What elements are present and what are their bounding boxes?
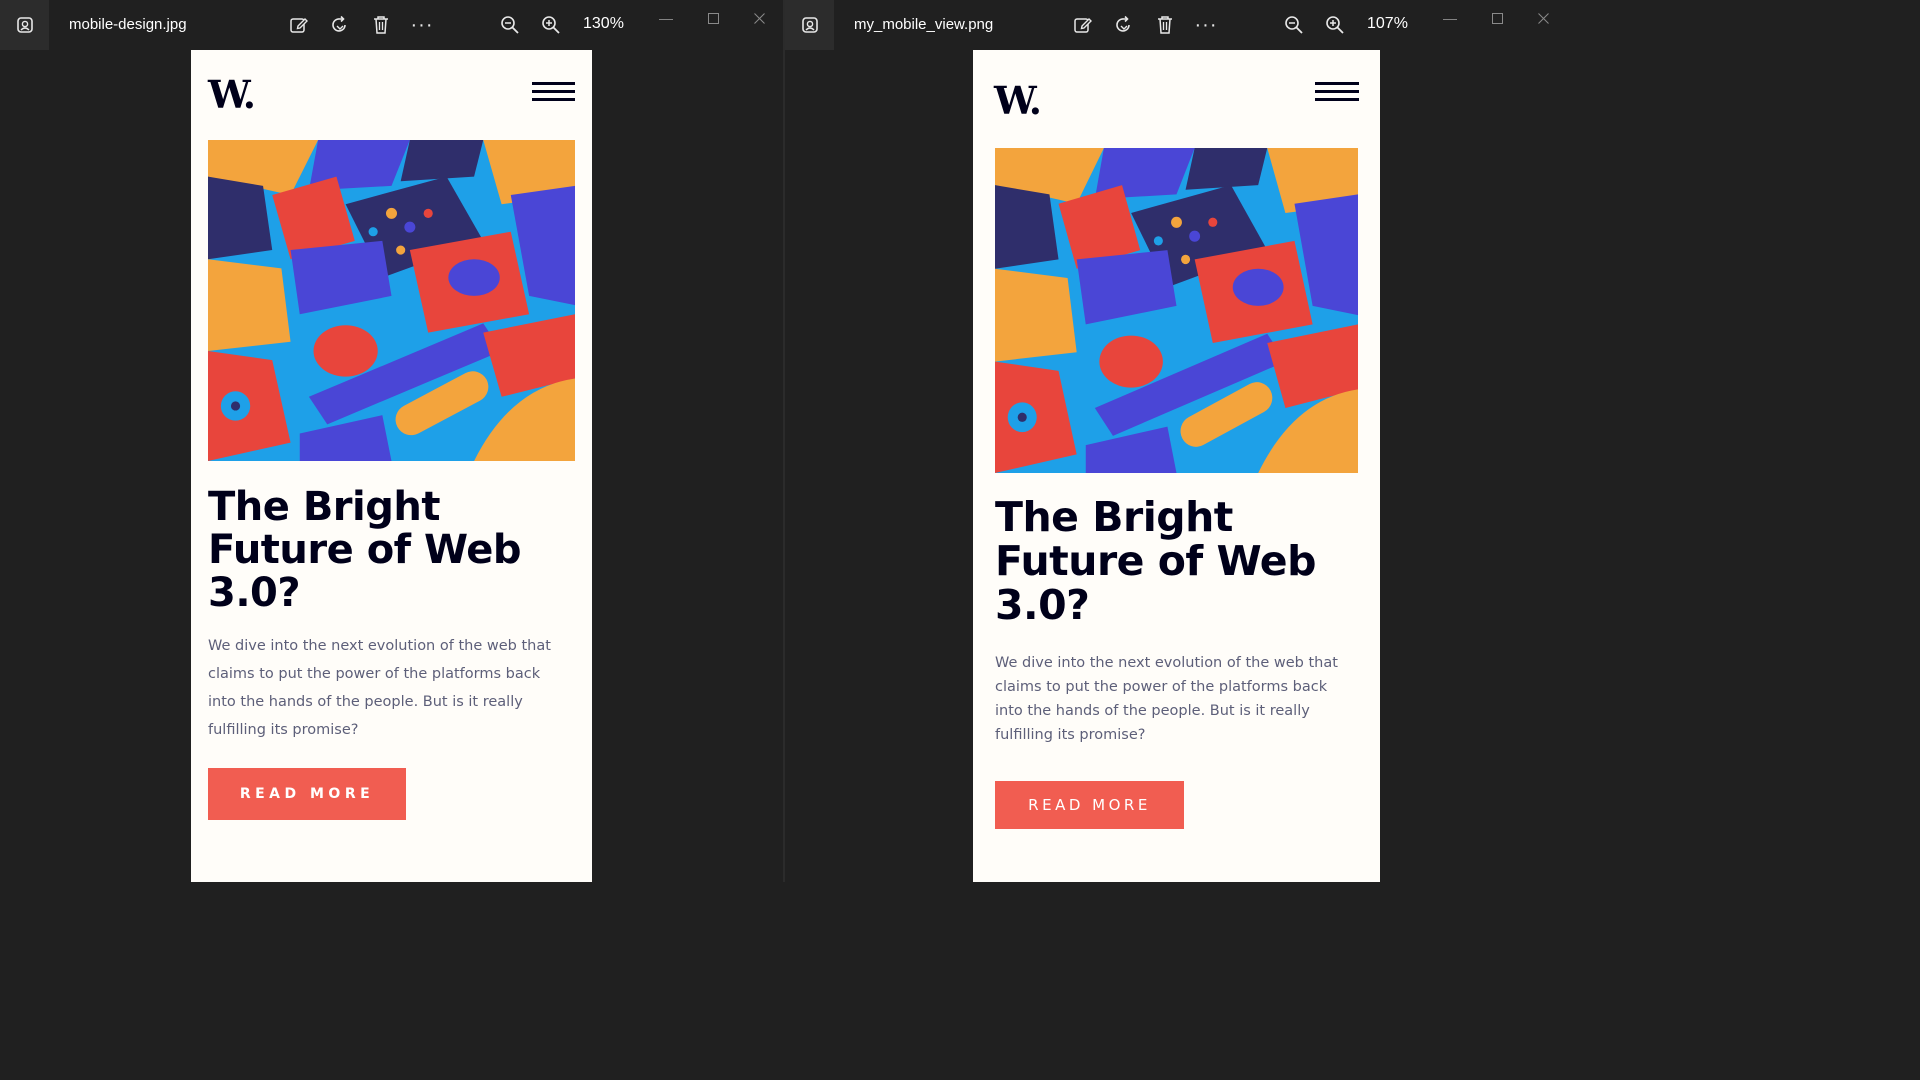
edit-image-icon: [290, 18, 308, 33]
delete-icon: [1158, 16, 1172, 34]
edit-image-button[interactable]: [287, 13, 311, 37]
zoom-out-icon: [1285, 16, 1303, 34]
headline-line: The Bright: [995, 493, 1233, 541]
photos-app-button[interactable]: [0, 0, 49, 50]
edit-image-icon: [1074, 18, 1092, 33]
hero-image: [208, 140, 575, 461]
maximize-button[interactable]: [701, 8, 725, 28]
rotate-button[interactable]: [1112, 13, 1136, 37]
more-icon: ···: [1194, 13, 1218, 36]
headline-line: Future of Web: [995, 537, 1316, 585]
article-description: We dive into the next evolution of the w…: [995, 651, 1367, 747]
titlebar: mobile-design.jpg ··· 130% —: [0, 0, 783, 50]
photo-app-icon: [801, 17, 818, 33]
titlebar: my_mobile_view.png ··· 107% —: [785, 0, 1568, 50]
hero-illustration: [995, 148, 1358, 473]
article-description: We dive into the next evolution of the w…: [208, 632, 578, 744]
mobile-page: W. The Bright Future of Web 3.0? We dive…: [973, 50, 1380, 882]
photo-app-icon: [16, 17, 33, 33]
article-headline: The Bright Future of Web 3.0?: [208, 486, 521, 615]
headline-line: 3.0?: [208, 570, 301, 616]
rotate-button[interactable]: [328, 13, 352, 37]
menu-icon[interactable]: [532, 82, 575, 101]
zoom-out-icon: [501, 16, 519, 34]
zoom-in-button[interactable]: [539, 13, 563, 37]
read-more-button[interactable]: READ MORE: [995, 781, 1184, 829]
delete-icon: [374, 16, 388, 34]
article-headline: The Bright Future of Web 3.0?: [995, 495, 1316, 627]
headline-line: 3.0?: [995, 581, 1090, 629]
minimize-button[interactable]: —: [1438, 8, 1462, 28]
read-more-button[interactable]: READ MORE: [208, 768, 406, 820]
description-line: into the hands of the people. But is it …: [208, 694, 523, 710]
maximize-button[interactable]: [1485, 8, 1509, 28]
rotate-icon: [1116, 15, 1130, 32]
zoom-level[interactable]: 130%: [583, 15, 624, 33]
image-viewer-right: my_mobile_view.png ··· 107% — W. The Bri…: [785, 0, 1568, 882]
delete-button[interactable]: [1153, 13, 1177, 37]
description-line: into the hands of the people. But is it …: [995, 703, 1310, 719]
description-line: We dive into the next evolution of the w…: [995, 655, 1338, 671]
logo[interactable]: W.: [994, 78, 1042, 123]
minimize-icon: —: [659, 10, 673, 26]
more-icon: ···: [410, 13, 434, 36]
zoom-in-button[interactable]: [1323, 13, 1347, 37]
close-button[interactable]: [1531, 8, 1555, 28]
zoom-level[interactable]: 107%: [1367, 15, 1408, 33]
mobile-page: W. The Bright Future of Web 3.0? We dive…: [191, 50, 592, 882]
hero-image: [995, 148, 1358, 473]
zoom-in-icon: [542, 16, 560, 34]
rotate-icon: [332, 15, 346, 32]
more-button[interactable]: ···: [410, 13, 434, 37]
delete-button[interactable]: [369, 13, 393, 37]
description-line: fulfilling its promise?: [995, 727, 1146, 743]
zoom-in-icon: [1326, 16, 1344, 34]
description-line: claims to put the power of the platforms…: [208, 666, 541, 682]
close-icon: [753, 12, 765, 24]
hero-illustration: [208, 140, 575, 461]
headline-line: The Bright: [208, 484, 440, 530]
image-viewer-left: mobile-design.jpg ··· 130% — W. The Brig…: [0, 0, 783, 882]
edit-image-button[interactable]: [1071, 13, 1095, 37]
description-line: fulfilling its promise?: [208, 722, 359, 738]
more-button[interactable]: ···: [1194, 13, 1218, 37]
close-button[interactable]: [747, 8, 771, 28]
minimize-icon: —: [1443, 10, 1457, 26]
maximize-icon: [1491, 12, 1503, 24]
menu-icon[interactable]: [1315, 82, 1359, 101]
logo[interactable]: W.: [208, 72, 256, 117]
file-name: mobile-design.jpg: [69, 16, 187, 33]
description-line: claims to put the power of the platforms…: [995, 679, 1328, 695]
minimize-button[interactable]: —: [654, 8, 678, 28]
headline-line: Future of Web: [208, 527, 521, 573]
photos-app-button[interactable]: [785, 0, 834, 50]
description-line: We dive into the next evolution of the w…: [208, 638, 551, 654]
zoom-out-button[interactable]: [1282, 13, 1306, 37]
close-icon: [1537, 12, 1549, 24]
file-name: my_mobile_view.png: [854, 16, 994, 33]
zoom-out-button[interactable]: [498, 13, 522, 37]
maximize-icon: [707, 12, 719, 24]
